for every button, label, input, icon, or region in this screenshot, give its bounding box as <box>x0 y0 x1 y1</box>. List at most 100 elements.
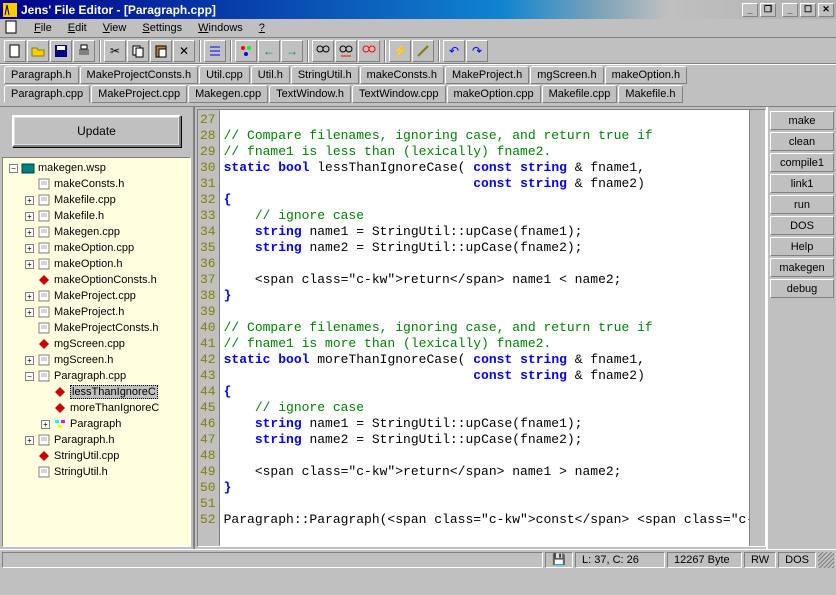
maximize-button[interactable]: ☐ <box>800 3 816 17</box>
tree-label: moreThanIgnoreC <box>70 402 159 414</box>
tree-item[interactable]: StringUtil.cpp <box>5 448 188 464</box>
find-next-button[interactable] <box>335 40 357 62</box>
action-DOS-button[interactable]: DOS <box>770 216 834 235</box>
menu-windows[interactable]: Windows <box>190 20 251 36</box>
h-icon <box>37 354 51 366</box>
status-position: L: 37, C: 26 <box>575 552 665 568</box>
copy-button[interactable] <box>127 40 149 62</box>
code-content[interactable]: // Compare filenames, ignoring case, and… <box>220 110 766 546</box>
replace-button[interactable] <box>358 40 380 62</box>
cut-button[interactable]: ✂ <box>104 40 126 62</box>
expand-icon[interactable]: + <box>25 244 34 253</box>
tab-makeoption-h[interactable]: makeOption.h <box>605 66 687 84</box>
paste-button[interactable] <box>150 40 172 62</box>
tab-makefile-h[interactable]: Makefile.h <box>618 85 682 103</box>
menu-view[interactable]: View <box>95 20 135 36</box>
print-button[interactable] <box>73 40 95 62</box>
action-run-button[interactable]: run <box>770 195 834 214</box>
expand-icon[interactable]: + <box>25 212 34 221</box>
tab-paragraph-cpp[interactable]: Paragraph.cpp <box>4 85 90 103</box>
action-clean-button[interactable]: clean <box>770 132 834 151</box>
tree-item[interactable]: −makegen.wsp <box>5 160 188 176</box>
tree-item[interactable]: +Makefile.cpp <box>5 192 188 208</box>
action-make-button[interactable]: make <box>770 111 834 130</box>
tab-stringutil-h[interactable]: StringUtil.h <box>291 66 359 84</box>
tree-item[interactable]: +mgScreen.h <box>5 352 188 368</box>
action-makegen-button[interactable]: makegen <box>770 258 834 277</box>
action-Help-button[interactable]: Help <box>770 237 834 256</box>
color-button[interactable] <box>235 40 257 62</box>
red-icon <box>37 450 51 462</box>
cls-icon <box>53 418 67 430</box>
new-file-button[interactable] <box>4 40 26 62</box>
expand-icon[interactable]: + <box>25 292 34 301</box>
tab-makeconsts-h[interactable]: makeConsts.h <box>360 66 444 84</box>
expand-icon[interactable]: + <box>25 308 34 317</box>
collapse-icon[interactable]: − <box>9 164 18 173</box>
tab-util-cpp[interactable]: Util.cpp <box>199 66 250 84</box>
expand-icon[interactable]: + <box>25 356 34 365</box>
expand-icon[interactable]: + <box>25 436 34 445</box>
tree-item[interactable]: +Makegen.cpp <box>5 224 188 240</box>
arrow-right-button[interactable]: → <box>281 40 303 62</box>
resize-grip[interactable] <box>818 552 834 568</box>
action-compile1-button[interactable]: compile1 <box>770 153 834 172</box>
tree-item[interactable]: moreThanIgnoreC <box>5 400 188 416</box>
find-button[interactable] <box>312 40 334 62</box>
expand-icon[interactable]: + <box>25 228 34 237</box>
tree-item[interactable]: makeOptionConsts.h <box>5 272 188 288</box>
tab-textwindow-cpp[interactable]: TextWindow.cpp <box>352 85 445 103</box>
minimize-button[interactable]: _ <box>782 3 798 17</box>
child-minimize-button[interactable]: _ <box>742 3 758 17</box>
child-maximize-button[interactable]: ❐ <box>760 3 776 17</box>
menu-help[interactable]: ? <box>251 20 273 36</box>
tab-makeproject-h[interactable]: MakeProject.h <box>445 66 529 84</box>
action-debug-button[interactable]: debug <box>770 279 834 298</box>
h-icon <box>37 466 51 478</box>
tree-item[interactable]: +Paragraph <box>5 416 188 432</box>
tree-item[interactable]: +Paragraph.h <box>5 432 188 448</box>
update-button[interactable]: Update <box>12 115 181 147</box>
tab-textwindow-h[interactable]: TextWindow.h <box>269 85 351 103</box>
tree-item[interactable]: +makeOption.cpp <box>5 240 188 256</box>
tab-makefile-cpp[interactable]: Makefile.cpp <box>542 85 618 103</box>
tab-makeprojectconsts-h[interactable]: MakeProjectConsts.h <box>80 66 199 84</box>
list-button[interactable] <box>204 40 226 62</box>
tab-paragraph-h[interactable]: Paragraph.h <box>4 66 79 84</box>
expand-icon[interactable]: + <box>25 196 34 205</box>
expand-icon[interactable]: + <box>25 260 34 269</box>
tree-item[interactable]: +makeOption.h <box>5 256 188 272</box>
close-button[interactable]: ✕ <box>818 3 834 17</box>
bolt-button[interactable]: ⚡ <box>389 40 411 62</box>
redo-button[interactable]: ↷ <box>466 40 488 62</box>
menu-edit[interactable]: Edit <box>60 20 95 36</box>
tree-item[interactable]: −Paragraph.cpp <box>5 368 188 384</box>
undo-button[interactable]: ↶ <box>443 40 465 62</box>
tree-item[interactable]: +Makefile.h <box>5 208 188 224</box>
code-editor[interactable]: 2728293031323334353637383940414243444546… <box>197 109 766 547</box>
delete-button[interactable]: ✕ <box>173 40 195 62</box>
arrow-left-button[interactable]: ← <box>258 40 280 62</box>
tab-makeproject-cpp[interactable]: MakeProject.cpp <box>91 85 187 103</box>
tree-item[interactable]: +MakeProject.cpp <box>5 288 188 304</box>
collapse-icon[interactable]: − <box>25 372 34 381</box>
tree-item[interactable]: +MakeProject.h <box>5 304 188 320</box>
tab-util-h[interactable]: Util.h <box>251 66 290 84</box>
tab-makeoption-cpp[interactable]: makeOption.cpp <box>447 85 541 103</box>
project-tree[interactable]: −makegen.wspmakeConsts.h+Makefile.cpp+Ma… <box>2 157 191 547</box>
menu-file[interactable]: File <box>26 20 60 36</box>
menu-settings[interactable]: Settings <box>134 20 190 36</box>
tree-item[interactable]: StringUtil.h <box>5 464 188 480</box>
expand-icon[interactable]: + <box>41 420 50 429</box>
tab-mgscreen-h[interactable]: mgScreen.h <box>530 66 603 84</box>
tree-item[interactable]: lessThanIgnoreC <box>5 384 188 400</box>
tree-item[interactable]: makeConsts.h <box>5 176 188 192</box>
tab-makegen-cpp[interactable]: Makegen.cpp <box>188 85 268 103</box>
tree-item[interactable]: mgScreen.cpp <box>5 336 188 352</box>
wand-button[interactable] <box>412 40 434 62</box>
save-button[interactable] <box>50 40 72 62</box>
vertical-scrollbar[interactable] <box>749 110 765 546</box>
open-file-button[interactable] <box>27 40 49 62</box>
action-link1-button[interactable]: link1 <box>770 174 834 193</box>
tree-item[interactable]: MakeProjectConsts.h <box>5 320 188 336</box>
